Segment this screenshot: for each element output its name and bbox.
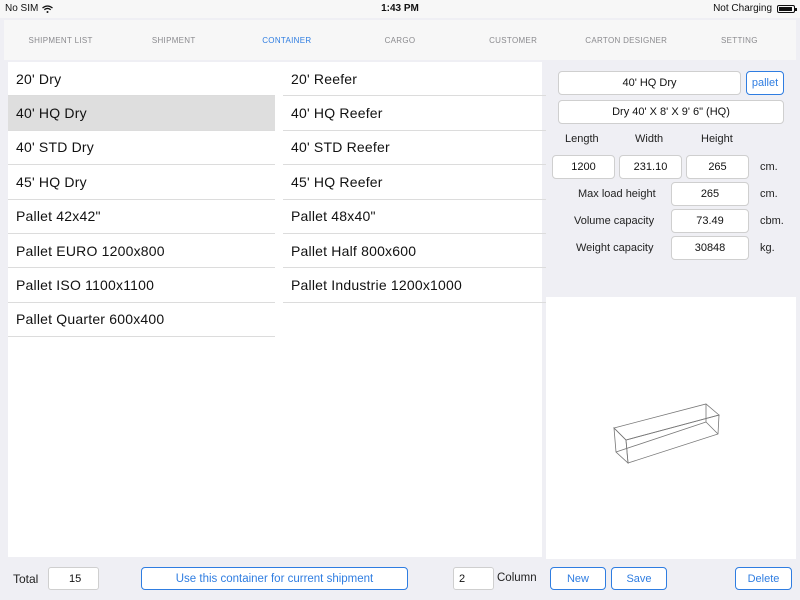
total-label: Total	[13, 572, 39, 586]
status-right: Not Charging	[713, 3, 797, 14]
container-list-column-left: 20' Dry 40' HQ Dry 40' STD Dry 45' HQ Dr…	[8, 62, 275, 338]
container-detail: 40' HQ Dry pallet Dry 40' X 8' X 9' 6" (…	[546, 62, 796, 295]
container-item[interactable]: Pallet Industrie 1200x1000	[283, 268, 550, 303]
charging-status: Not Charging	[713, 3, 772, 14]
tab-container[interactable]: CONTAINER	[230, 20, 343, 60]
tab-carton-designer[interactable]: CARTON DESIGNER	[570, 20, 683, 60]
width-label: Width	[635, 133, 664, 145]
max-load-unit: cm.	[760, 188, 778, 200]
total-field: 15	[48, 567, 99, 590]
container-item[interactable]: 45' HQ Dry	[8, 165, 275, 200]
container-preview	[546, 297, 796, 559]
weight-unit: kg.	[760, 242, 775, 254]
container-item[interactable]: 40' STD Dry	[8, 131, 275, 166]
tab-shipment-list[interactable]: SHIPMENT LIST	[4, 20, 117, 60]
length-label: Length	[565, 133, 599, 145]
container-item[interactable]: 45' HQ Reefer	[283, 165, 550, 200]
dimension-unit: cm.	[760, 161, 778, 173]
container-item-selected[interactable]: 40' HQ Dry	[8, 96, 275, 131]
status-bar: No SIM 1:43 PM Not Charging	[0, 0, 800, 18]
length-field[interactable]: 1200	[552, 155, 615, 179]
volume-label: Volume capacity	[574, 215, 655, 227]
detail-footer: New Save Delete	[546, 561, 796, 597]
container-item[interactable]: 40' STD Reefer	[283, 131, 550, 166]
max-load-label: Max load height	[578, 188, 656, 200]
container-item[interactable]: Pallet EURO 1200x800	[8, 234, 275, 269]
container-3d-preview	[613, 403, 720, 464]
container-list: 20' Dry 40' HQ Dry 40' STD Dry 45' HQ Dr…	[8, 62, 550, 557]
tab-customer[interactable]: CUSTOMER	[457, 20, 570, 60]
weight-field[interactable]: 30848	[671, 236, 749, 260]
container-list-column-right: 20' Reefer 40' HQ Reefer 40' STD Reefer …	[283, 62, 550, 303]
volume-unit: cbm.	[760, 215, 784, 227]
weight-label: Weight capacity	[576, 242, 654, 254]
delete-button[interactable]: Delete	[735, 567, 792, 590]
save-button[interactable]: Save	[611, 567, 667, 590]
pallet-button[interactable]: pallet	[746, 71, 784, 95]
container-item[interactable]: Pallet 48x40"	[283, 200, 550, 234]
tab-shipment[interactable]: SHIPMENT	[117, 20, 230, 60]
tab-setting[interactable]: SETTING	[683, 20, 796, 60]
container-item[interactable]: Pallet Quarter 600x400	[8, 303, 275, 338]
container-item[interactable]: 20' Dry	[8, 62, 275, 97]
clock: 1:43 PM	[381, 3, 419, 14]
container-name-field[interactable]: 40' HQ Dry	[558, 71, 741, 95]
tab-cargo[interactable]: CARGO	[343, 20, 456, 60]
container-item[interactable]: Pallet 42x42"	[8, 200, 275, 234]
list-footer: Total 15 Use this container for current …	[8, 561, 542, 597]
container-item[interactable]: Pallet Half 800x600	[283, 234, 550, 269]
battery-icon	[777, 4, 797, 13]
use-container-button[interactable]: Use this container for current shipment	[141, 567, 408, 590]
column-count-field[interactable]: 2	[453, 567, 494, 590]
new-button[interactable]: New	[550, 567, 606, 590]
tab-bar: SHIPMENT LIST SHIPMENT CONTAINER CARGO C…	[4, 20, 796, 60]
column-label: Column	[497, 572, 537, 584]
container-description-field[interactable]: Dry 40' X 8' X 9' 6" (HQ)	[558, 100, 784, 124]
height-field[interactable]: 265	[686, 155, 749, 179]
width-field[interactable]: 231.10	[619, 155, 682, 179]
volume-field[interactable]: 73.49	[671, 209, 749, 233]
container-item[interactable]: 20' Reefer	[283, 62, 550, 97]
container-item[interactable]: 40' HQ Reefer	[283, 96, 550, 131]
container-item[interactable]: Pallet ISO 1100x1100	[8, 268, 275, 303]
max-load-field[interactable]: 265	[671, 182, 749, 206]
height-label: Height	[701, 133, 733, 145]
